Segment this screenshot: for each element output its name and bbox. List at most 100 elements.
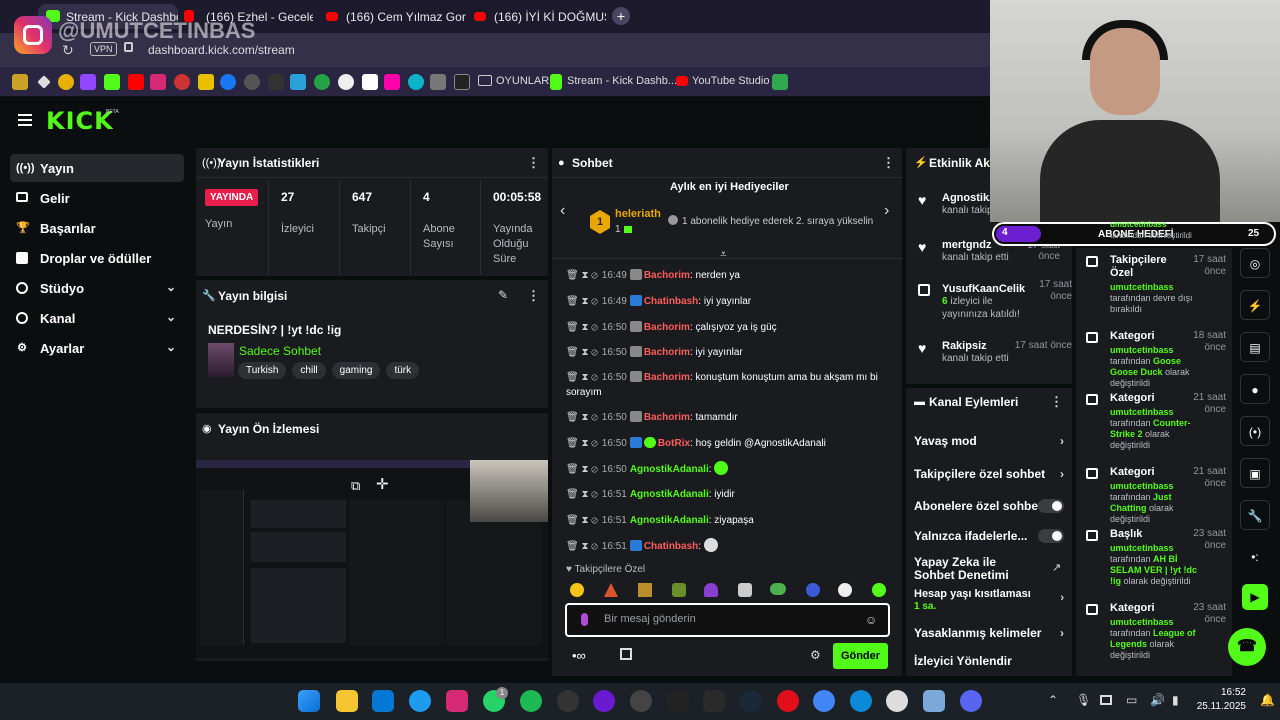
action-banned-words[interactable]: Yasaklanmış kelimeler › <box>914 626 1064 640</box>
emote-icon[interactable] <box>638 583 652 597</box>
opera-gx-icon[interactable] <box>777 690 799 712</box>
bookmark-kick-dashboard[interactable]: Stream - Kick Dashb... <box>567 75 677 87</box>
bookmark-icon[interactable] <box>58 74 74 90</box>
log-user[interactable]: umutcetinbass <box>1110 543 1174 553</box>
mod-tools-icon[interactable]: 🗑 ⧗ ⊘ <box>566 412 598 423</box>
log-user[interactable]: umutcetinbass <box>1110 407 1174 417</box>
taskbar-clock[interactable]: 16:52 <box>1196 687 1246 698</box>
sidebar-item-gelir[interactable]: Gelir <box>10 184 184 212</box>
category-link[interactable]: Sadece Sohbet <box>239 344 321 358</box>
bookmark-icon[interactable] <box>268 74 284 90</box>
layout-icon[interactable]: ▣ <box>1240 458 1270 488</box>
message-username[interactable]: AgnostikAdanali <box>630 489 709 500</box>
volume-icon[interactable]: 🔊 <box>1150 693 1165 707</box>
message-username[interactable]: Bachorim <box>644 270 690 281</box>
top-gifter-name[interactable]: heleriath <box>615 208 661 220</box>
message-username[interactable]: AgnostikAdanali <box>630 515 709 526</box>
tray-app-icon[interactable] <box>1100 695 1112 705</box>
chevron-down-icon[interactable]: ⌄ <box>166 310 176 324</box>
mod-tools-icon[interactable]: 🗑 ⧗ ⊘ <box>566 322 598 333</box>
hamburger-menu-icon[interactable] <box>18 114 32 116</box>
tag[interactable]: chill <box>292 362 326 379</box>
infinity-icon[interactable]: •∞ <box>572 648 586 663</box>
log-user[interactable]: umutcetinbass <box>1110 345 1174 355</box>
obs-icon[interactable] <box>630 690 652 712</box>
more-options-icon[interactable]: ⋮ <box>882 155 895 171</box>
emote-icon[interactable] <box>872 583 886 597</box>
message-username[interactable]: AgnostikAdanali <box>630 464 709 475</box>
bookmark-youtube-studio[interactable]: YouTube Studio <box>692 75 769 87</box>
vpn-badge[interactable]: VPN <box>90 42 117 56</box>
twitter-icon[interactable] <box>409 690 431 712</box>
app-icon[interactable] <box>557 690 579 712</box>
app-icon[interactable] <box>886 690 908 712</box>
threads-icon[interactable] <box>244 74 260 90</box>
sidebar-item-droplar[interactable]: Droplar ve ödüller <box>10 244 184 272</box>
emote-icon[interactable] <box>806 583 820 597</box>
bookmark-icon[interactable] <box>384 74 400 90</box>
chat-bubble-icon[interactable]: ● <box>1240 374 1270 404</box>
new-tab-button[interactable]: + <box>612 7 630 25</box>
message-username[interactable]: Bachorim <box>644 412 690 423</box>
outlook-icon[interactable] <box>372 690 394 712</box>
more-options-icon[interactable]: ⋮ <box>527 155 540 171</box>
browser-tab-cem[interactable]: (166) Cem Yılmaz Gora/Ar <box>318 4 466 29</box>
log-user[interactable]: umutcetinbass <box>1110 617 1174 627</box>
epic-games-icon[interactable] <box>703 690 725 712</box>
store-icon[interactable] <box>620 648 632 660</box>
battery-icon[interactable]: ▮ <box>1172 693 1179 707</box>
kick-logo[interactable]: KICK <box>46 107 114 135</box>
mod-tools-icon[interactable]: 🗑 ⧗ ⊘ <box>566 464 598 475</box>
microphone-icon[interactable] <box>581 613 588 626</box>
microphone-icon[interactable]: 🎙 <box>1076 693 1091 707</box>
mod-tools-icon[interactable]: 🗑 ⧗ ⊘ <box>566 296 598 307</box>
add-scene-icon[interactable]: ✛ <box>376 475 389 493</box>
sidebar-item-yayin[interactable]: ((•)) Yayın <box>10 154 184 182</box>
kick-icon[interactable] <box>550 74 562 90</box>
emote-icon[interactable] <box>704 583 718 597</box>
broadcast-icon[interactable]: (•) <box>1240 416 1270 446</box>
emote-icon[interactable] <box>672 583 686 597</box>
app-icon[interactable] <box>593 690 615 712</box>
document-icon[interactable]: ▤ <box>1240 332 1270 362</box>
more-options-icon[interactable]: ⋮ <box>527 288 540 304</box>
instagram-icon[interactable] <box>446 690 468 712</box>
network-icon[interactable]: ▭ <box>1126 693 1137 707</box>
discord-icon[interactable] <box>960 690 982 712</box>
taskbar-date[interactable]: 25.11.2025 <box>1196 701 1246 712</box>
bookmark-icon[interactable] <box>12 74 28 90</box>
send-button[interactable]: Gönder <box>833 643 888 669</box>
more-options-icon[interactable]: ⋮ <box>1050 394 1063 410</box>
bookmark-icon[interactable] <box>198 74 214 90</box>
chat-settings-icon[interactable]: ⚙ <box>810 648 821 662</box>
emoji-icon[interactable]: ☺ <box>865 613 877 627</box>
action-followers-only[interactable]: Takipçilere özel sohbet › <box>914 467 1064 481</box>
bookmark-icon[interactable] <box>408 74 424 90</box>
log-user[interactable]: umutcetinbass <box>1110 481 1174 491</box>
emote-icon[interactable] <box>604 583 618 597</box>
bookmark-icon[interactable] <box>772 74 788 90</box>
scroll-down-icon[interactable]: ⩡ <box>720 247 727 262</box>
message-username[interactable]: Bachorim <box>644 347 690 358</box>
external-link-icon[interactable]: ↗ <box>1052 561 1061 574</box>
emotes-only-toggle[interactable] <box>1038 529 1064 543</box>
kick-icon[interactable] <box>104 74 120 90</box>
emote-icon[interactable] <box>570 583 584 597</box>
edit-pencil-icon[interactable]: ✎ <box>498 288 508 302</box>
sidebar-item-basarilar[interactable]: 🏆 Başarılar <box>10 214 184 242</box>
chrome-icon[interactable] <box>813 690 835 712</box>
mod-tools-icon[interactable]: 🗑 ⧗ ⊘ <box>566 270 598 281</box>
log-user[interactable]: umutcetinbass <box>1110 282 1174 292</box>
chevron-left-icon[interactable]: ‹ <box>560 202 565 220</box>
lightning-icon[interactable]: ⚡ <box>1240 290 1270 320</box>
reload-icon[interactable]: ↻ <box>62 42 74 59</box>
message-username[interactable]: Bachorim <box>644 372 690 383</box>
bookmark-icon[interactable] <box>174 74 190 90</box>
message-username[interactable]: Chatinbash <box>644 296 698 307</box>
youtube-icon[interactable] <box>676 76 688 86</box>
emote-icon[interactable] <box>738 583 752 597</box>
spotify-icon[interactable] <box>520 690 542 712</box>
twitch-icon[interactable] <box>80 74 96 90</box>
message-username[interactable]: BotRix <box>658 438 690 449</box>
sidebar-item-studyo[interactable]: Stüdyo ⌄ <box>10 274 184 302</box>
